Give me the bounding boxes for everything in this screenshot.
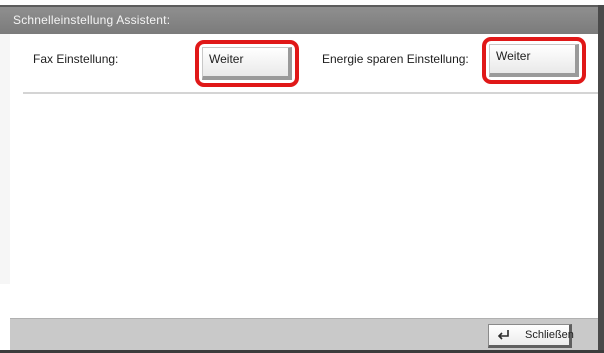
fax-next-button-face: Weiter [202,47,292,80]
energy-saver-next-button-face: Weiter [489,44,579,77]
dialog-title-bar: Schnelleinstellung Assistent: [0,5,598,34]
quick-setup-wizard-screen: Schnelleinstellung Assistent: Fax Einste… [0,0,604,353]
energy-saver-next-button-label: Weiter [496,49,531,63]
fax-next-button[interactable]: Weiter [195,40,299,87]
close-button[interactable]: Schließen [488,324,574,348]
dialog-title: Schnelleinstellung Assistent: [13,13,171,27]
return-arrow-icon [497,330,509,340]
row-divider [23,92,598,94]
left-frame-edge [0,34,10,284]
right-frame-edge [598,5,604,350]
fax-setting-label: Fax Einstellung: [33,52,119,66]
dialog-footer: Schließen [10,318,598,350]
fax-next-button-label: Weiter [209,52,244,66]
close-button-label: Schließen [525,329,574,341]
energy-saver-next-button[interactable]: Weiter [482,37,586,84]
energy-saver-setting-label: Energie sparen Einstellung: [322,52,469,66]
